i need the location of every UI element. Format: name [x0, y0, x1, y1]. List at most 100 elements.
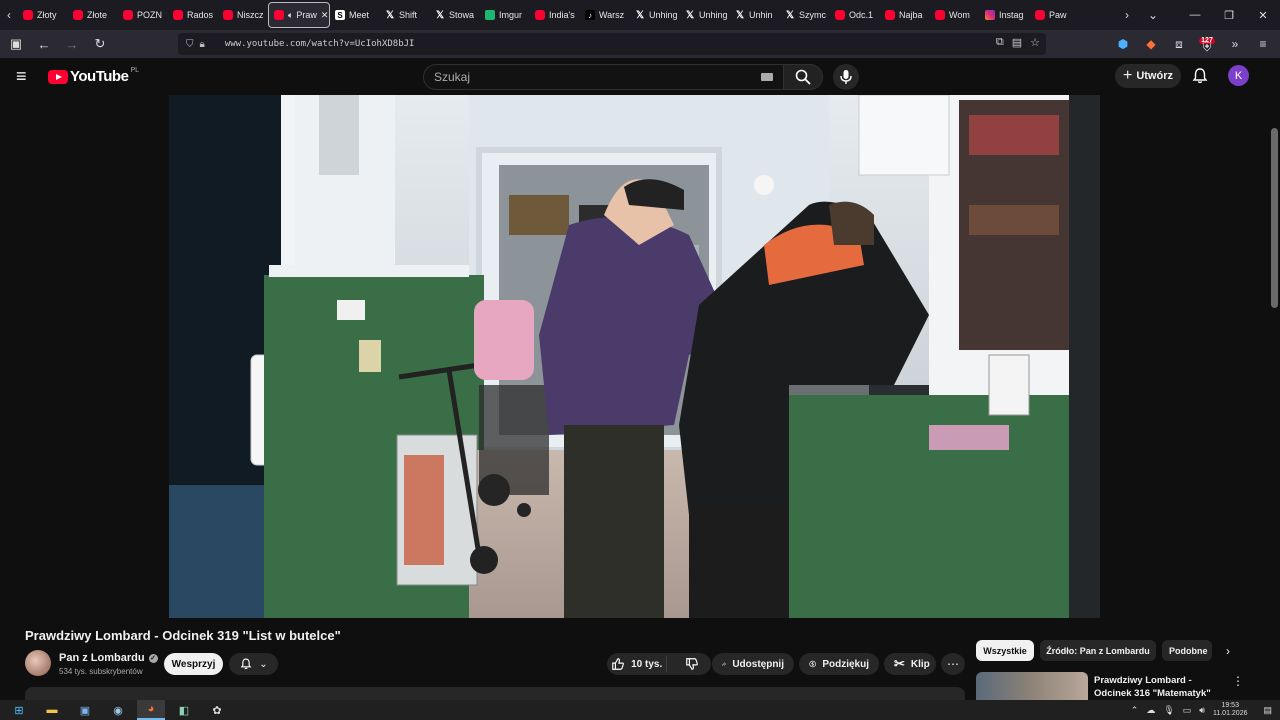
browser-tab[interactable]: Imgur	[480, 2, 530, 28]
tab-scroll-left-icon[interactable]: ‹	[0, 0, 18, 30]
volume-icon[interactable]: 🔊︎	[1199, 705, 1205, 716]
notifications-tray-icon[interactable]: ▤	[1263, 705, 1272, 716]
browser-tab[interactable]: POZN	[118, 2, 168, 28]
network-icon[interactable]: ☁	[1146, 705, 1155, 716]
monitor-icon[interactable]: ▭	[1183, 705, 1192, 716]
fox-extension-icon[interactable]: ◆	[1142, 32, 1160, 56]
thanks-button[interactable]: $ Podziękuj	[799, 653, 879, 675]
tab-favicon-icon: 𝕏	[785, 9, 795, 21]
tab-favicon-icon	[485, 10, 495, 20]
video-player[interactable]	[169, 95, 1100, 618]
tab-close-icon[interactable]: ✕	[321, 10, 329, 21]
description-box[interactable]	[25, 687, 965, 700]
tab-title: Shift	[399, 10, 418, 20]
tray-chevron-icon[interactable]: ⌃	[1131, 705, 1139, 716]
app-icon[interactable]: ◧	[170, 700, 198, 720]
browser-tab[interactable]: 𝕏 Stowa	[430, 2, 480, 28]
menu-icon[interactable]: ≡	[1254, 32, 1272, 56]
dislike-button[interactable]	[673, 657, 711, 671]
tab-title: Odc.1	[849, 10, 874, 20]
like-button[interactable]: 10 tys.	[607, 656, 668, 672]
browser-tab[interactable]: 𝕏 Unhing	[630, 2, 680, 28]
channel-name-text[interactable]: Pan z Lombardu	[59, 652, 145, 664]
voice-search-button[interactable]	[833, 64, 859, 90]
browser-tab[interactable]: 𝕏 Shift	[380, 2, 430, 28]
firefox-icon[interactable]: ◕	[137, 700, 165, 720]
url-bar[interactable]: ⛉ 🔒︎ www.youtube.com/watch?v=UcIohXD8bJI…	[178, 33, 1046, 55]
recommended-title[interactable]: Prawdziwy Lombard - Odcinek 316 "Matemat…	[1094, 674, 1216, 700]
game-app-icon[interactable]: ✿	[203, 700, 231, 720]
account-avatar[interactable]: K	[1228, 65, 1249, 86]
browser-tab[interactable]: Niszcz	[218, 2, 268, 28]
notifications-button[interactable]	[1190, 66, 1210, 86]
support-button[interactable]: Wesprzyj	[164, 653, 223, 675]
browser-tab[interactable]: Najba	[880, 2, 930, 28]
mic-tray-icon[interactable]: 🎙︎	[1163, 705, 1174, 716]
clip-button[interactable]: ✂ Klip	[884, 653, 936, 675]
scissors-icon: ✂	[894, 656, 905, 671]
scrollbar-thumb[interactable]	[1271, 128, 1278, 308]
overflow-icon[interactable]: »	[1226, 32, 1244, 56]
steam-icon[interactable]: ◉	[104, 700, 132, 720]
tab-scroll-right-icon[interactable]: ›	[1118, 0, 1136, 30]
reader-icon[interactable]: ▤	[1012, 36, 1022, 49]
guide-menu-icon[interactable]: ≡	[16, 67, 34, 85]
browser-tab[interactable]: Paw	[1030, 2, 1080, 28]
share-button[interactable]: Udostępnij	[712, 653, 794, 675]
browser-tab[interactable]: Instag	[980, 2, 1030, 28]
restore-icon[interactable]: ❐	[1212, 0, 1246, 30]
url-text[interactable]: www.youtube.com/watch?v=UcIohXD8bJI	[225, 39, 415, 49]
close-window-icon[interactable]: ✕	[1246, 0, 1280, 30]
browser-tab[interactable]: ♪ Warsz	[580, 2, 630, 28]
browser-tab[interactable]: Wom	[930, 2, 980, 28]
subscription-notifications-button[interactable]: ⌄	[229, 653, 278, 675]
page-scrollbar[interactable]	[1268, 58, 1280, 700]
chip-all[interactable]: Wszystkie	[976, 640, 1034, 661]
clip-label: Klip	[910, 658, 930, 670]
vpn-icon[interactable]: ⬢	[1114, 32, 1132, 56]
browser-tab[interactable]: 𝕏 Unhin	[730, 2, 780, 28]
forward-icon[interactable]: →	[60, 32, 84, 56]
minimize-icon[interactable]: —	[1178, 0, 1212, 30]
browser-tab[interactable]: Złoty	[18, 2, 68, 28]
remote-desktop-icon[interactable]: ▣	[71, 700, 99, 720]
recommended-thumbnail[interactable]	[976, 672, 1088, 700]
browser-tab[interactable]: 🔈︎ Praw ✕	[268, 2, 330, 28]
sidebar-toggle-icon[interactable]: ▣	[4, 32, 28, 56]
pip-icon[interactable]: ⧉	[996, 36, 1004, 49]
windows-start-icon[interactable]: ⊞	[5, 700, 33, 720]
browser-tab[interactable]: Rados	[168, 2, 218, 28]
reload-icon[interactable]: ↻	[88, 32, 112, 56]
tab-list-chevron-icon[interactable]: ⌄	[1144, 0, 1162, 30]
extensions-icon[interactable]: ⧈	[1170, 32, 1188, 56]
speaker-icon[interactable]: 🔈︎	[288, 10, 293, 21]
chip-source[interactable]: Źródło: Pan z Lombardu	[1040, 640, 1156, 661]
channel-name[interactable]: Pan z Lombardu ✓	[59, 652, 158, 664]
tab-favicon-icon	[173, 10, 183, 20]
tab-favicon-icon	[223, 10, 233, 20]
browser-tab[interactable]: S Meet	[330, 2, 380, 28]
tab-title: Szymc	[799, 10, 826, 20]
chip-related[interactable]: Podobne	[1162, 640, 1212, 661]
browser-tab[interactable]: Odc.1	[830, 2, 880, 28]
browser-tab[interactable]: 𝕏 Szymc	[780, 2, 830, 28]
back-icon[interactable]: ←	[32, 32, 56, 56]
browser-tab[interactable]: India's	[530, 2, 580, 28]
chips-next-icon[interactable]: ›	[1219, 642, 1237, 660]
file-explorer-icon[interactable]: ▬	[38, 700, 66, 720]
ublock-icon[interactable]: 127 ⛨	[1198, 32, 1216, 56]
create-button[interactable]: + Utwórz	[1115, 64, 1181, 88]
youtube-logo[interactable]: YouTube PL	[48, 67, 139, 85]
more-actions-icon[interactable]: ⋯	[941, 653, 965, 675]
search-button[interactable]	[783, 64, 823, 90]
browser-tab[interactable]: 𝕏 Unhing	[680, 2, 730, 28]
clock[interactable]: 19:53 11.01.2026	[1213, 702, 1248, 718]
recommended-menu-icon[interactable]: ⋮	[1232, 674, 1244, 688]
tab-title: Warsz	[599, 10, 625, 20]
shield-icon: ⛉	[186, 38, 194, 50]
search-input[interactable]	[434, 70, 754, 84]
bookmark-star-icon[interactable]: ☆	[1030, 36, 1040, 49]
browser-tab[interactable]: Złote	[68, 2, 118, 28]
channel-avatar[interactable]	[25, 650, 51, 676]
keyboard-icon[interactable]	[761, 73, 773, 81]
